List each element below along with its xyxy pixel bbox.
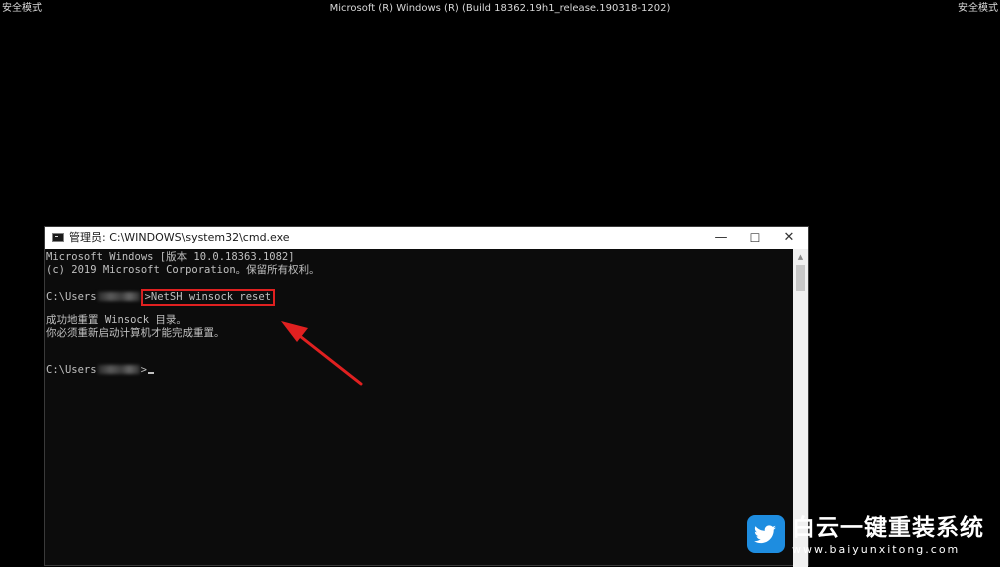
text-cursor: [147, 372, 154, 374]
minimize-button[interactable]: —: [704, 227, 738, 249]
result-line-1: 成功地重置 Winsock 目录。: [46, 314, 187, 326]
safe-mode-label-right: 安全模式: [958, 3, 998, 14]
build-info-label: Microsoft (R) Windows (R) (Build 18362.1…: [329, 3, 671, 14]
cmd-icon: [52, 233, 64, 242]
twitter-bird-icon: [747, 515, 785, 553]
version-line: Microsoft Windows [版本 10.0.18363.1082]: [46, 251, 295, 263]
maximize-button[interactable]: ☐: [738, 227, 772, 249]
window-title: 管理员: C:\WINDOWS\system32\cmd.exe: [69, 231, 290, 244]
command-highlight-box: >NetSH winsock reset: [140, 289, 276, 306]
title-bar[interactable]: 管理员: C:\WINDOWS\system32\cmd.exe — ☐ ✕: [45, 227, 808, 249]
watermark: 白云一键重装系统 www.baiyunxitong.com: [742, 512, 992, 560]
command-line: C:\Users >NetSH winsock reset: [46, 289, 276, 306]
scroll-up-arrow-icon[interactable]: ▲: [793, 251, 808, 263]
scroll-thumb[interactable]: [796, 265, 805, 291]
command-text: NetSH winsock reset: [150, 291, 272, 303]
watermark-title: 白云一键重装系统: [792, 515, 984, 541]
close-button[interactable]: ✕: [772, 227, 806, 249]
prompt-prefix: C:\Users: [46, 364, 97, 376]
watermark-url: www.baiyunxitong.com: [792, 543, 961, 556]
prompt-suffix: >: [140, 364, 147, 376]
copyright-line: (c) 2019 Microsoft Corporation。保留所有权利。: [46, 264, 320, 276]
current-prompt[interactable]: C:\Users >: [46, 364, 154, 377]
result-line-2: 你必须重新启动计算机才能完成重置。: [46, 327, 225, 339]
prompt-prefix: C:\Users: [46, 291, 97, 303]
console-output[interactable]: Microsoft Windows [版本 10.0.18363.1082] (…: [45, 249, 793, 567]
blurred-username: [97, 365, 140, 374]
cmd-window[interactable]: 管理员: C:\WINDOWS\system32\cmd.exe — ☐ ✕ M…: [44, 226, 809, 567]
blurred-username: [97, 292, 140, 301]
